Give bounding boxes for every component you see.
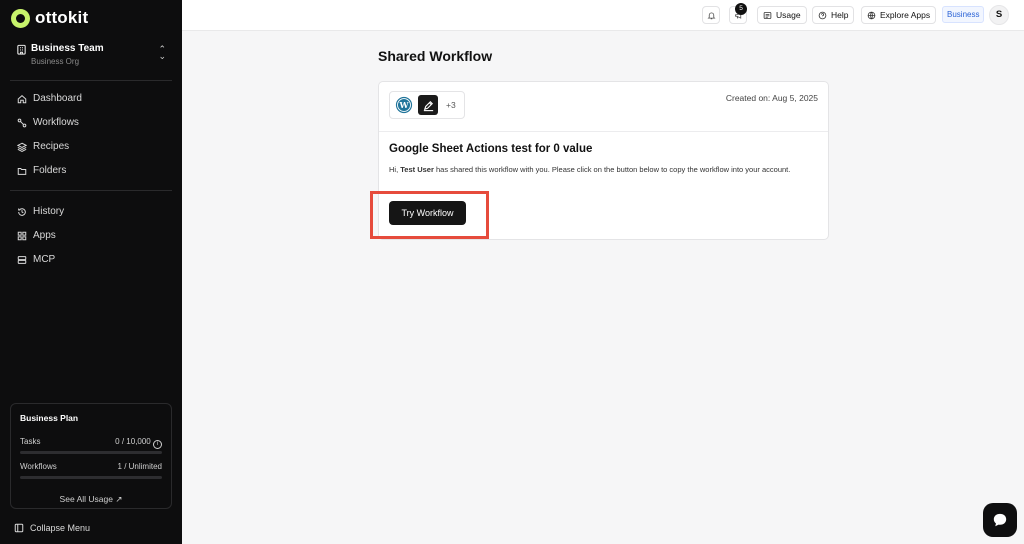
divider <box>10 190 172 191</box>
workflows-progress-bar <box>20 476 162 479</box>
help-icon <box>818 11 827 19</box>
chevron-updown-icon[interactable]: ⌃ ⌄ <box>158 45 166 61</box>
workflow-apps: W +3 <box>389 91 465 119</box>
folder-icon <box>17 167 27 175</box>
nav-item-apps[interactable]: Apps <box>17 230 56 241</box>
nav-label: Workflows <box>33 117 79 128</box>
tasks-progress-bar <box>20 451 162 454</box>
notifications-button[interactable] <box>702 6 720 24</box>
plan-usage-panel: Business Plan Tasks 0 / 10,000 i Workflo… <box>10 403 172 509</box>
workflow-description: Hi, Test User has shared this workflow w… <box>389 165 791 174</box>
tasks-label: Tasks <box>20 437 41 446</box>
explore-apps-button[interactable]: Explore Apps <box>861 6 937 24</box>
plan-badge[interactable]: Business <box>942 6 985 23</box>
highlight-box <box>370 191 489 239</box>
layers-icon <box>17 142 27 152</box>
shared-by-user: Test User <box>400 165 434 174</box>
notification-count-badge: 5 <box>735 3 747 15</box>
sidebar-collapse-icon <box>14 523 24 533</box>
svg-text:W: W <box>398 100 409 110</box>
plan-workflows-row: Workflows 1 / Unlimited <box>20 462 162 471</box>
bell-icon <box>707 11 715 19</box>
logo[interactable]: ottokit <box>11 8 88 28</box>
workflow-icon <box>17 118 27 127</box>
nav-label: MCP <box>33 254 56 265</box>
team-name: Business Team <box>31 43 104 54</box>
nav-item-mcp[interactable]: MCP <box>17 254 55 265</box>
wordpress-icon: W <box>394 95 414 115</box>
editor-pencil-icon <box>418 95 438 115</box>
nav-item-folders[interactable]: Folders <box>17 165 66 176</box>
card-divider <box>379 131 828 132</box>
nav-item-dashboard[interactable]: Dashboard <box>17 93 82 104</box>
chat-bubble-icon <box>993 513 1007 527</box>
brand-name: ottokit <box>35 8 89 27</box>
collapse-label: Collapse Menu <box>30 523 91 533</box>
sidebar: ottokit Business Team Business Org ⌃ ⌄ Da… <box>0 0 182 544</box>
divider <box>10 80 172 81</box>
collapse-menu-button[interactable]: Collapse Menu <box>14 523 90 533</box>
chat-support-button[interactable] <box>983 503 1017 537</box>
nav-item-history[interactable]: History <box>17 206 64 217</box>
more-apps-count: +3 <box>446 100 456 110</box>
info-icon[interactable]: i <box>153 440 162 449</box>
nav-label: Recipes <box>33 141 70 152</box>
usage-label: Usage <box>776 10 801 20</box>
nav-label: Dashboard <box>33 93 82 104</box>
nav-label: Apps <box>33 230 56 241</box>
building-icon <box>17 44 26 55</box>
workflows-value: 1 / Unlimited <box>117 462 162 471</box>
ottokit-logo-icon <box>11 8 30 28</box>
globe-icon <box>867 11 876 19</box>
home-icon <box>17 94 27 103</box>
created-date: Created on: Aug 5, 2025 <box>725 93 818 103</box>
nav-label: History <box>33 206 65 217</box>
usage-button[interactable]: Usage <box>757 6 807 24</box>
server-icon <box>17 255 27 264</box>
workflows-label: Workflows <box>20 462 57 471</box>
nav-label: Folders <box>33 165 67 176</box>
team-org: Business Org <box>31 57 80 66</box>
tasks-value: 0 / 10,000 i <box>115 437 162 449</box>
nav-item-workflows[interactable]: Workflows <box>17 117 79 128</box>
list-icon <box>763 11 772 19</box>
plan-title: Business Plan <box>20 413 79 423</box>
help-button[interactable]: Help <box>812 6 855 24</box>
user-avatar[interactable]: S <box>989 5 1009 25</box>
plan-tasks-row: Tasks 0 / 10,000 i <box>20 437 162 449</box>
help-label: Help <box>831 10 849 20</box>
page-title: Shared Workflow <box>378 48 493 64</box>
grid-icon <box>17 231 27 240</box>
external-arrow-icon: ↗ <box>115 494 123 504</box>
history-icon <box>18 207 26 216</box>
workflow-title: Google Sheet Actions test for 0 value <box>389 143 593 155</box>
team-switcher[interactable]: Business Team Business Org ⌃ ⌄ <box>14 42 168 70</box>
nav-item-recipes[interactable]: Recipes <box>17 141 69 152</box>
see-all-usage-link[interactable]: See All Usage ↗ <box>11 494 171 505</box>
explore-label: Explore Apps <box>880 10 931 20</box>
